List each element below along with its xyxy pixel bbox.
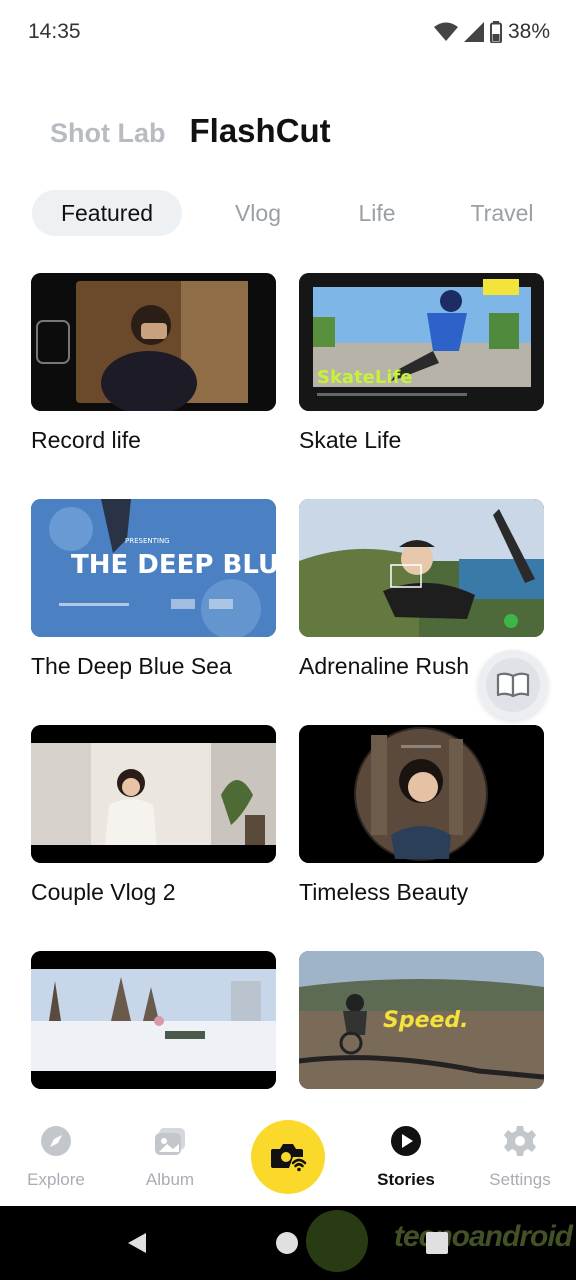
wifi-icon [433,22,458,41]
video-thumbnail[interactable]: Speed. [299,951,544,1089]
story-title: Skate Life [299,427,402,453]
tab-life[interactable]: Life [342,190,412,236]
album-icon [155,1128,185,1155]
story-card[interactable]: PRESENTING THE DEEP BLUE The Deep Blue S… [31,499,276,680]
story-title: Timeless Beauty [299,879,469,905]
watermark-logo [306,1210,368,1272]
nav-album[interactable]: Album [120,1124,220,1190]
video-thumbnail[interactable] [31,725,276,863]
watermark-text: tecnoandroid [393,1220,573,1253]
status-bar: 14:35 38% [0,0,576,64]
nav-label-stories: Stories [377,1170,435,1189]
story-title: Record life [31,427,141,453]
tab-travel[interactable]: Travel [462,190,542,236]
category-tabs: Featured Vlog Life Travel [32,190,552,236]
story-title: Couple Vlog 2 [31,879,176,905]
video-thumbnail[interactable]: SkateLife [299,273,544,411]
battery-icon [489,21,502,43]
book-icon [496,672,530,698]
camera-wifi-icon [271,1144,307,1172]
story-card[interactable]: Couple Vlog 2 [31,725,276,906]
cell-signal-icon [463,22,484,42]
nav-settings[interactable]: Settings [470,1124,570,1190]
flashcut-tab[interactable]: FlashCut [190,112,331,150]
tab-featured[interactable]: Featured [32,190,182,236]
nav-explore[interactable]: Explore [6,1124,106,1190]
play-circle-icon [391,1126,421,1156]
story-card[interactable] [31,951,276,1105]
story-card[interactable]: Record life [31,273,276,454]
video-thumbnail[interactable] [299,499,544,637]
speed-overlay-text: Speed. [383,1008,469,1033]
battery-percent: 38% [507,20,550,43]
story-card[interactable]: SkateLife Skate Life [299,273,544,454]
system-navigation-bar: tecnoandroid [0,1206,576,1280]
nav-label-explore: Explore [27,1170,85,1189]
nav-label-settings: Settings [489,1170,551,1189]
story-title: The Deep Blue Sea [31,653,232,679]
presenting-text: PRESENTING [125,537,170,545]
shot-lab-tab[interactable]: Shot Lab [50,118,166,149]
skate-life-overlay-text: SkateLife [317,367,413,388]
camera-wifi-button[interactable] [251,1120,325,1194]
status-time: 14:35 [28,20,81,43]
video-thumbnail[interactable] [31,273,276,411]
book-button-inner [486,658,540,712]
deep-blue-overlay-text: THE DEEP BLUE [71,550,276,580]
tab-vlog[interactable]: Vlog [218,190,298,236]
tutorial-book-button[interactable] [478,650,548,720]
recent-apps-icon[interactable] [426,1232,448,1254]
story-card[interactable]: Speed. [299,951,544,1105]
compass-icon [41,1126,71,1156]
video-thumbnail[interactable] [299,725,544,863]
back-icon[interactable] [126,1231,148,1255]
nav-label-album: Album [145,1170,195,1189]
nav-stories[interactable]: Stories [356,1124,456,1190]
video-thumbnail[interactable]: PRESENTING THE DEEP BLUE [31,499,276,637]
status-icons: 38% [433,19,550,45]
home-icon[interactable] [276,1232,298,1254]
bottom-navigation: Explore Album Stories Settings [0,1106,576,1206]
story-card[interactable]: Timeless Beauty [299,725,544,906]
app-header: Shot Lab FlashCut [50,112,331,150]
gear-icon [504,1126,536,1156]
video-thumbnail[interactable] [31,951,276,1089]
